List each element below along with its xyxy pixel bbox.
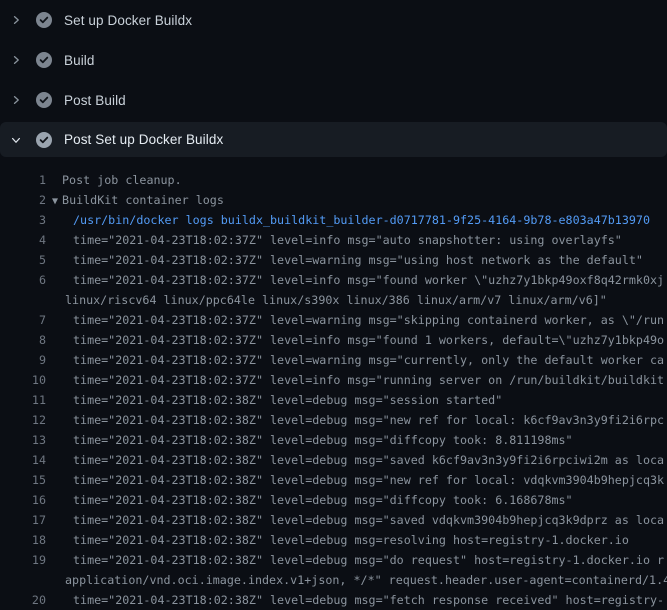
step-label: Post Set up Docker Buildx	[64, 132, 223, 147]
log-line-text: linux/riscv64 linux/ppc64le linux/s390x …	[46, 290, 607, 310]
log-line: 13 time="2021-04-23T18:02:38Z" level=deb…	[0, 430, 667, 450]
log-line-text: time="2021-04-23T18:02:37Z" level=warnin…	[46, 350, 664, 370]
log-line-text: time="2021-04-23T18:02:37Z" level=info m…	[46, 330, 664, 350]
log-line-text: time="2021-04-23T18:02:38Z" level=debug …	[46, 450, 664, 470]
log-line: 5 time="2021-04-23T18:02:37Z" level=warn…	[0, 250, 667, 270]
log-line-text: time="2021-04-23T18:02:37Z" level=warnin…	[46, 250, 643, 270]
log-line-number[interactable]: 3	[0, 210, 46, 230]
step-row-setup-docker-buildx[interactable]: Set up Docker Buildx	[0, 0, 667, 40]
log-line-number[interactable]: 11	[0, 390, 46, 410]
log-line-text: time="2021-04-23T18:02:38Z" level=debug …	[46, 550, 664, 570]
log-line-text: time="2021-04-23T18:02:38Z" level=debug …	[46, 430, 573, 450]
log-line-number[interactable]: 17	[0, 510, 46, 530]
log-line: 16 time="2021-04-23T18:02:38Z" level=deb…	[0, 490, 667, 510]
log-line: 10 time="2021-04-23T18:02:37Z" level=inf…	[0, 370, 667, 390]
log-line: 8 time="2021-04-23T18:02:37Z" level=info…	[0, 330, 667, 350]
step-row-build[interactable]: Build	[0, 40, 667, 80]
log-viewer: 1 Post job cleanup. 2 ▼BuildKit containe…	[0, 157, 667, 610]
chevron-down-icon	[10, 134, 22, 146]
log-line-text: /usr/bin/docker logs buildx_buildkit_bui…	[46, 210, 650, 230]
log-line-text: Post job cleanup.	[46, 170, 182, 190]
log-line: 6 time="2021-04-23T18:02:37Z" level=info…	[0, 270, 667, 290]
log-line: 4 time="2021-04-23T18:02:37Z" level=info…	[0, 230, 667, 250]
log-line-number[interactable]: 14	[0, 450, 46, 470]
log-line-number[interactable]: 16	[0, 490, 46, 510]
step-label: Build	[64, 53, 95, 68]
log-line-number[interactable]: 5	[0, 250, 46, 270]
log-line-text: time="2021-04-23T18:02:37Z" level=info m…	[46, 270, 664, 290]
log-line-number[interactable]: 8	[0, 330, 46, 350]
step-row-post-build[interactable]: Post Build	[0, 80, 667, 120]
log-line: 20 time="2021-04-23T18:02:38Z" level=deb…	[0, 590, 667, 610]
step-label: Set up Docker Buildx	[64, 13, 192, 28]
log-line-text: application/vnd.oci.image.index.v1+json,…	[46, 570, 667, 590]
log-line-text: ▼BuildKit container logs	[46, 190, 224, 210]
log-line-number[interactable]: 12	[0, 410, 46, 430]
log-line: 1 Post job cleanup.	[0, 170, 667, 190]
log-line-number[interactable]: 7	[0, 310, 46, 330]
log-line-text: time="2021-04-23T18:02:38Z" level=debug …	[46, 470, 664, 490]
step-label: Post Build	[64, 93, 126, 108]
log-line: 9 time="2021-04-23T18:02:37Z" level=warn…	[0, 350, 667, 370]
log-line: 11 time="2021-04-23T18:02:38Z" level=deb…	[0, 390, 667, 410]
check-circle-icon	[36, 52, 52, 68]
log-line: 2 ▼BuildKit container logs	[0, 190, 667, 210]
log-line: 7 time="2021-04-23T18:02:37Z" level=warn…	[0, 310, 667, 330]
log-line: 15 time="2021-04-23T18:02:38Z" level=deb…	[0, 470, 667, 490]
log-line-number[interactable]: 4	[0, 230, 46, 250]
steps-list: Set up Docker Buildx Build Post Build Po…	[0, 0, 667, 157]
log-line-text: time="2021-04-23T18:02:38Z" level=debug …	[46, 590, 664, 610]
check-circle-icon	[36, 12, 52, 28]
log-line: linux/riscv64 linux/ppc64le linux/s390x …	[0, 290, 667, 310]
log-line-number[interactable]: 20	[0, 590, 46, 610]
log-line-number[interactable]: 1	[0, 170, 46, 190]
log-line: 17 time="2021-04-23T18:02:38Z" level=deb…	[0, 510, 667, 530]
log-line: application/vnd.oci.image.index.v1+json,…	[0, 570, 667, 590]
log-line: 12 time="2021-04-23T18:02:38Z" level=deb…	[0, 410, 667, 430]
log-line: 14 time="2021-04-23T18:02:38Z" level=deb…	[0, 450, 667, 470]
log-line-number[interactable]: 10	[0, 370, 46, 390]
chevron-right-icon	[10, 14, 22, 26]
log-line: 3 /usr/bin/docker logs buildx_buildkit_b…	[0, 210, 667, 230]
log-line-number[interactable]: 2	[0, 190, 46, 210]
log-line-text: time="2021-04-23T18:02:37Z" level=warnin…	[46, 310, 664, 330]
log-line-number[interactable]: 15	[0, 470, 46, 490]
check-circle-icon	[36, 132, 52, 148]
check-circle-icon	[36, 92, 52, 108]
step-row-post-setup-docker-buildx[interactable]: Post Set up Docker Buildx	[0, 122, 667, 157]
log-line-number[interactable]: 13	[0, 430, 46, 450]
log-line-text: time="2021-04-23T18:02:38Z" level=debug …	[46, 390, 502, 410]
log-line: 18 time="2021-04-23T18:02:38Z" level=deb…	[0, 530, 667, 550]
log-line-text: time="2021-04-23T18:02:38Z" level=debug …	[46, 490, 573, 510]
log-line-text: time="2021-04-23T18:02:37Z" level=info m…	[46, 230, 622, 250]
log-line-number[interactable]: 18	[0, 530, 46, 550]
log-line-number[interactable]: 19	[0, 550, 46, 570]
log-line-number[interactable]	[0, 290, 46, 310]
log-line-text: time="2021-04-23T18:02:37Z" level=info m…	[46, 370, 664, 390]
log-line-number[interactable]: 6	[0, 270, 46, 290]
log-line-number[interactable]	[0, 570, 46, 590]
chevron-right-icon	[10, 54, 22, 66]
log-line-number[interactable]: 9	[0, 350, 46, 370]
log-line-text: time="2021-04-23T18:02:38Z" level=debug …	[46, 530, 629, 550]
log-line-text: time="2021-04-23T18:02:38Z" level=debug …	[46, 410, 664, 430]
log-line: 19 time="2021-04-23T18:02:38Z" level=deb…	[0, 550, 667, 570]
group-collapse-triangle-icon[interactable]: ▼	[52, 196, 58, 207]
log-line-text: time="2021-04-23T18:02:38Z" level=debug …	[46, 510, 664, 530]
chevron-right-icon	[10, 94, 22, 106]
